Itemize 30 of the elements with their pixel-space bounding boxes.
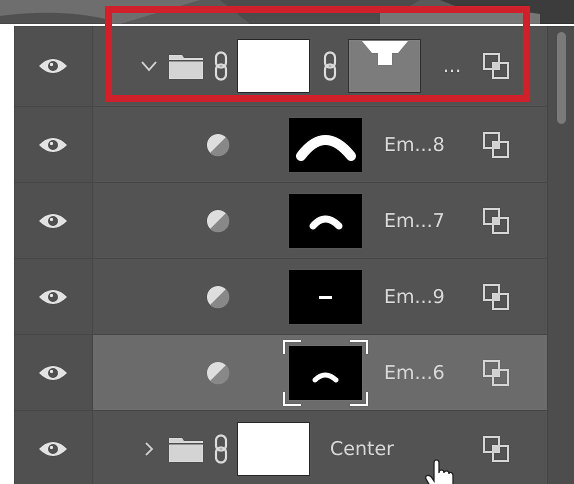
layer-name: Em...7	[384, 210, 445, 232]
adjustment-icon	[205, 360, 231, 386]
adjustment-icon	[205, 284, 231, 310]
layer-name: Center	[330, 438, 394, 460]
link-icon[interactable]	[213, 51, 229, 81]
caret-icon[interactable]	[141, 59, 157, 73]
link-icon[interactable]	[213, 434, 229, 464]
layer-name: Em...8	[384, 134, 445, 156]
eye-icon[interactable]	[38, 56, 68, 76]
link-icon[interactable]	[322, 51, 338, 81]
layer-name: ...	[443, 55, 462, 77]
layer-row[interactable]: Em...7	[93, 183, 547, 258]
layer-name: Em...6	[384, 362, 445, 384]
smart-object-icon	[483, 360, 509, 386]
folder-icon	[169, 436, 203, 462]
adjustment-icon	[205, 132, 231, 158]
layer-row[interactable]: Em...9	[93, 259, 547, 334]
layer-row[interactable]: Em...6	[93, 335, 547, 410]
scrollbar-thumb[interactable]	[556, 32, 566, 124]
smart-object-icon	[483, 284, 509, 310]
layer-row[interactable]: Center	[93, 411, 547, 484]
smart-object-icon	[483, 132, 509, 158]
adjustment-icon	[205, 208, 231, 234]
layer-row[interactable]: ...	[93, 26, 547, 106]
layer-name: Em...9	[384, 286, 445, 308]
smart-object-icon	[483, 436, 509, 462]
folder-icon	[169, 53, 203, 79]
smart-object-icon	[483, 53, 509, 79]
smart-object-icon	[483, 208, 509, 234]
layer-row[interactable]: Em...8	[93, 107, 547, 182]
